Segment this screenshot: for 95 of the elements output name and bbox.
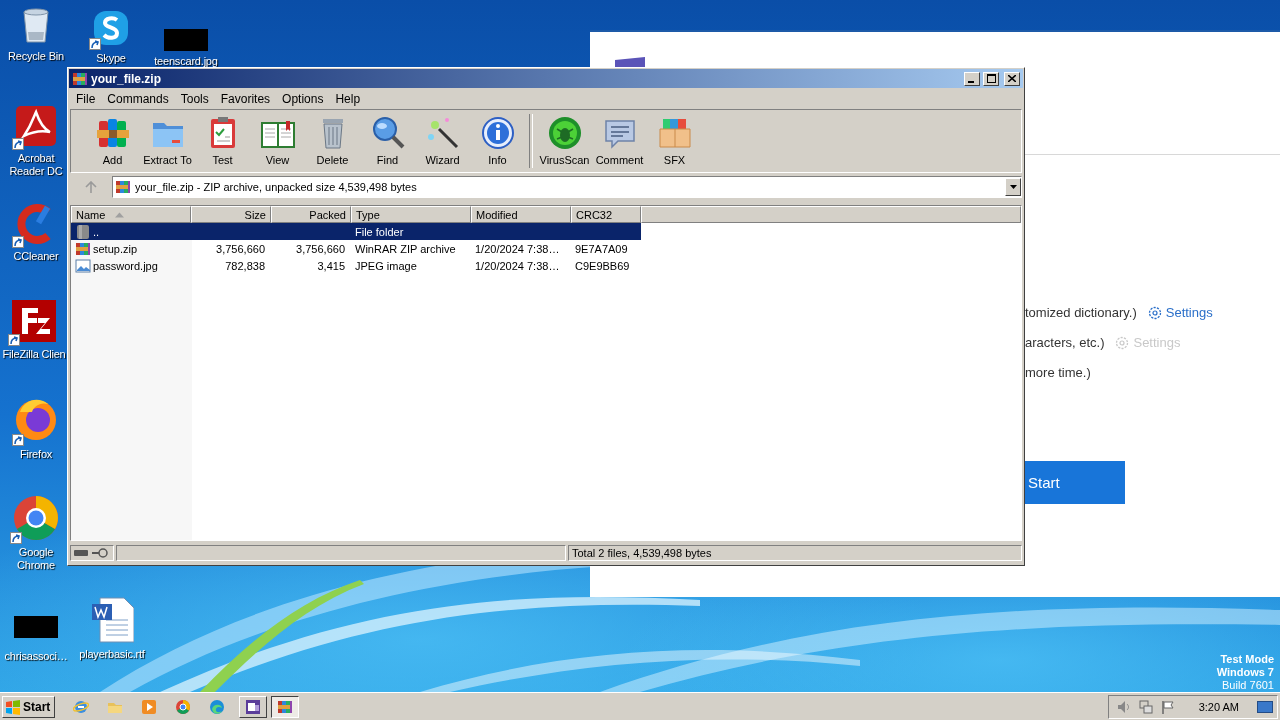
app-icon[interactable]: [12, 494, 60, 542]
table-cell: WinRAR ZIP archive: [355, 242, 456, 255]
toolbar-button[interactable]: Test: [195, 112, 250, 170]
column-header[interactable]: Size: [191, 206, 271, 223]
column-header[interactable]: CRC32: [571, 206, 641, 223]
bug-icon: [546, 115, 583, 151]
window-title: your_file.zip: [91, 71, 162, 86]
toolbar-button[interactable]: Comment: [592, 112, 647, 170]
menu-item[interactable]: Favorites: [214, 92, 277, 106]
gear-icon: [1146, 304, 1163, 321]
file-row[interactable]: setup.zip 3,756,660 3,756,660 WinRAR ZIP archive 1/20/2024 7:38… 9E7A7A09: [71, 240, 641, 257]
gear-icon: [1114, 334, 1131, 351]
status-text: Total 2 files, 4,539,498 bytes: [572, 547, 712, 559]
icon-label: Google Chrome: [16, 546, 56, 572]
toolbar-button[interactable]: VirusScan: [537, 112, 592, 170]
column-header[interactable]: Type: [351, 206, 471, 223]
option-text: aracters, etc.): [1025, 335, 1105, 350]
taskbar-button[interactable]: [271, 695, 300, 718]
table-cell: 1/20/2024 7:38…: [475, 259, 560, 272]
toolbar-button[interactable]: Add: [85, 112, 140, 170]
option-text: tomized dictionary.): [1025, 305, 1137, 320]
info-icon: [479, 115, 516, 151]
table-cell: 3,415: [317, 259, 345, 272]
toolbar-button[interactable]: Extract To: [140, 112, 195, 170]
maximize-button[interactable]: [983, 71, 999, 86]
network-icon[interactable]: [1138, 699, 1153, 714]
table-cell: JPEG image: [355, 259, 417, 272]
caret-icon: [1009, 185, 1017, 189]
icon-label: FileZilla Clien: [2, 348, 66, 361]
icon-label: playerbasic.rtf: [79, 648, 145, 661]
toolbar-button[interactable]: Wizard: [415, 112, 470, 170]
icon-label: Firefox: [19, 448, 53, 461]
image-icon: [75, 257, 91, 274]
os-notice-text: Test Mode: [1220, 653, 1274, 666]
folder-icon: [75, 223, 91, 240]
icon-label: teenscard.jpg: [154, 55, 218, 68]
app-icon: [245, 698, 262, 715]
table-cell: 9E7A7A09: [575, 242, 628, 255]
file-row[interactable]: .. File folder: [71, 223, 641, 240]
table-cell: ..: [93, 225, 100, 238]
toolbar-button[interactable]: Delete: [305, 112, 360, 170]
column-header[interactable]: Name: [71, 206, 191, 223]
toolbar-button[interactable]: SFX: [647, 112, 702, 170]
os-notice-text: Build 7601: [1222, 679, 1274, 692]
table-cell: File folder: [355, 225, 404, 238]
menu-item[interactable]: File: [70, 92, 102, 106]
drive-icon: [74, 550, 88, 556]
table-cell: 3,756,660: [296, 242, 345, 255]
key-icon: [92, 548, 108, 558]
icon-label: CCleaner: [13, 250, 59, 263]
table-cell: 782,838: [225, 259, 265, 272]
menu-item[interactable]: Tools: [174, 92, 215, 106]
archive-icon: [115, 179, 131, 195]
column-header[interactable]: Modified: [471, 206, 571, 223]
menu-item[interactable]: Commands: [101, 92, 175, 106]
close-icon: [1008, 75, 1016, 82]
toolbar-button[interactable]: Find: [360, 112, 415, 170]
table-cell: 1/20/2024 7:38…: [475, 242, 560, 255]
dropdown-button[interactable]: [1005, 178, 1021, 196]
settings-link[interactable]: Settings: [1146, 304, 1213, 321]
browser-icon[interactable]: [175, 698, 192, 715]
maximize-icon: [986, 74, 996, 83]
windows-flag-icon: [5, 698, 21, 715]
browser-icon[interactable]: [73, 698, 90, 715]
flag-icon[interactable]: [1160, 699, 1175, 714]
minimize-icon: [968, 80, 974, 83]
start-button[interactable]: Start: [1025, 461, 1125, 504]
os-notice-text: Windows 7: [1216, 666, 1274, 679]
close-button[interactable]: [1004, 71, 1020, 86]
path-field[interactable]: your_file.zip - ZIP archive, unpacked size 4,539,498 bytes: [112, 176, 1022, 198]
column-header[interactable]: Packed: [271, 206, 351, 223]
icon-label: Skype: [96, 52, 126, 65]
archive-icon: [277, 698, 294, 715]
menu-item[interactable]: Options: [276, 92, 330, 106]
start-button[interactable]: Start: [2, 695, 56, 718]
archive-icon: [75, 240, 91, 257]
table-cell: setup.zip: [93, 242, 138, 255]
app-icon[interactable]: [10, 298, 58, 344]
app-icon[interactable]: [14, 104, 58, 148]
table-cell: 3,756,660: [216, 242, 265, 255]
toolbar-button[interactable]: View: [250, 112, 305, 170]
icon-label: chrisassoci…: [4, 650, 68, 663]
minimize-button[interactable]: [964, 71, 980, 86]
icon-label: Acrobat Reader DC: [8, 152, 64, 178]
show-desktop-icon[interactable]: [1257, 699, 1273, 714]
icon-label: Recycle Bin: [8, 50, 64, 63]
clock[interactable]: 3:20 AM: [1198, 700, 1239, 713]
archive-icon: [72, 70, 88, 87]
table-cell: C9E9BB69: [575, 259, 630, 272]
menu-item[interactable]: Help: [329, 92, 367, 106]
toolbar-button[interactable]: Info: [470, 112, 525, 170]
file-row[interactable]: password.jpg 782,838 3,415 JPEG image 1/20/2024 7:38… C9E9BB69: [71, 257, 641, 274]
document-icon[interactable]: [90, 596, 134, 644]
option-text: more time.): [1025, 365, 1091, 380]
table-cell: password.jpg: [93, 259, 158, 272]
